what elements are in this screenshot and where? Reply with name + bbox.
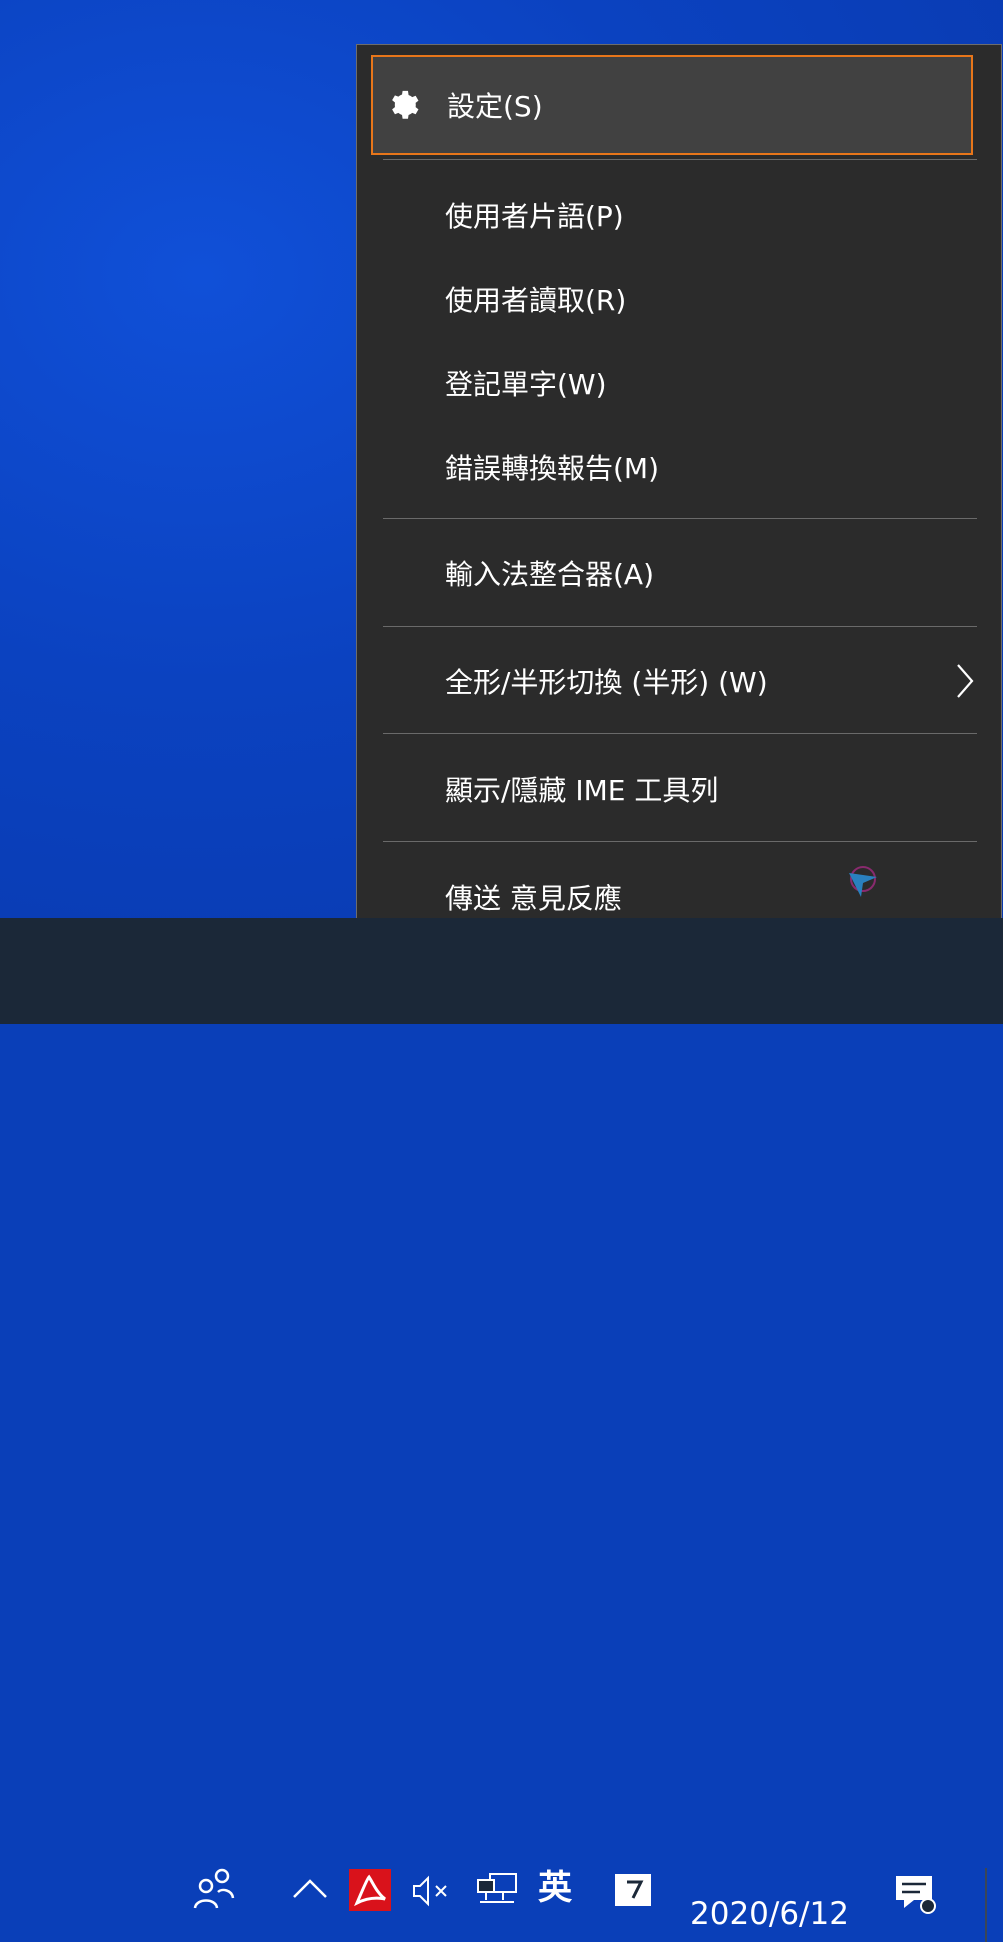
show-desktop-divider[interactable] <box>985 1868 987 1942</box>
menu-item-label: 傳送 意見反應 <box>445 882 622 915</box>
menu-separator <box>383 518 977 519</box>
ime-context-menu: 設定(S) 使用者片語(P) 使用者讀取(R) 登記單字(W) 錯誤轉換報告(M… <box>356 44 1002 958</box>
menu-item-register-word[interactable]: 登記單字(W) <box>357 341 1001 425</box>
menu-item-conversion-error-report[interactable]: 錯誤轉換報告(M) <box>357 425 1001 509</box>
menu-item-label: 使用者讀取(R) <box>445 284 627 317</box>
menu-separator <box>383 159 977 160</box>
menu-item-label: 輸入法整合器(A) <box>445 558 655 591</box>
action-center-icon[interactable] <box>890 1872 940 1916</box>
menu-item-full-half-width[interactable]: 全形/半形切換 (半形) (W) <box>357 639 1001 723</box>
chevron-right-icon <box>957 664 974 698</box>
menu-item-ime-integrator[interactable]: 輸入法整合器(A) <box>357 531 1001 615</box>
menu-item-user-phrases[interactable]: 使用者片語(P) <box>357 173 1001 257</box>
watermark-icon <box>849 866 877 897</box>
menu-separator <box>383 841 977 842</box>
clock-date[interactable]: 2020/6/12 <box>690 1894 849 1934</box>
menu-item-toggle-ime-toolbar[interactable]: 顯示/隱藏 IME 工具列 <box>357 747 1001 831</box>
menu-item-settings[interactable]: 設定(S) <box>371 55 973 155</box>
ime-pad-icon[interactable] <box>613 1868 653 1908</box>
menu-item-label: 使用者片語(P) <box>445 200 624 233</box>
volume-muted-icon[interactable] <box>410 1874 454 1908</box>
acrobat-icon[interactable] <box>349 1869 391 1911</box>
menu-item-label: 登記單字(W) <box>445 368 607 401</box>
menu-separator <box>383 626 977 627</box>
menu-separator <box>383 733 977 734</box>
people-icon[interactable] <box>192 1866 236 1910</box>
chevron-up-icon[interactable] <box>290 1873 330 1903</box>
gear-icon <box>392 90 419 119</box>
menu-item-label: 錯誤轉換報告(M) <box>445 452 660 485</box>
ime-mode-indicator[interactable]: 英 <box>538 1866 572 1910</box>
network-icon[interactable] <box>474 1868 520 1910</box>
menu-item-label: 全形/半形切換 (半形) (W) <box>445 666 768 699</box>
taskbar: 英 2020/6/12 <box>0 918 1003 1942</box>
menu-item-user-reading[interactable]: 使用者讀取(R) <box>357 257 1001 341</box>
menu-item-label: 顯示/隱藏 IME 工具列 <box>445 774 719 807</box>
menu-item-label: 設定(S) <box>447 90 543 123</box>
